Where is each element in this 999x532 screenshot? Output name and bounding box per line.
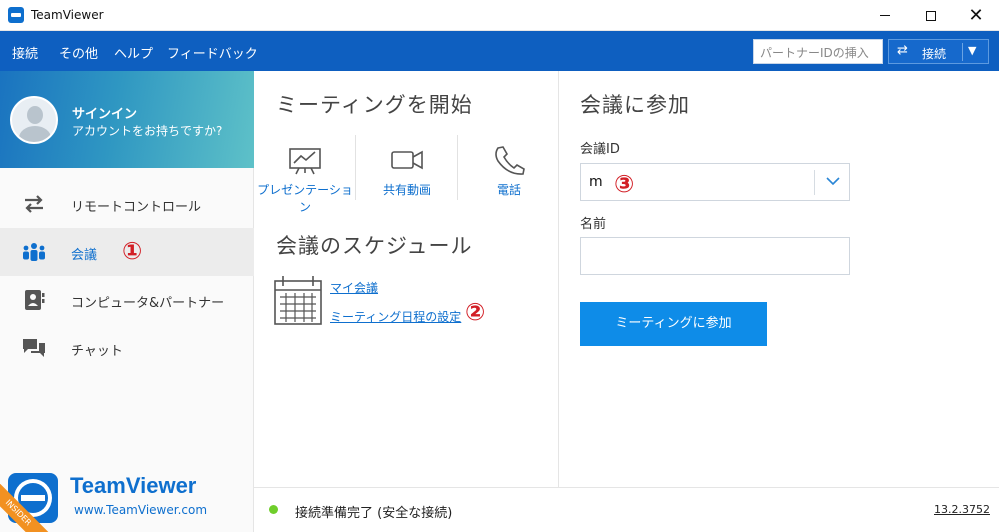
teamviewer-app-icon [8, 7, 24, 23]
minimize-button[interactable] [862, 0, 908, 31]
video-share-button[interactable]: 共有動画 [356, 135, 458, 205]
sidebar-item-label: 会議 [71, 248, 98, 263]
avatar-head [27, 106, 43, 124]
window-title: TeamViewer [31, 8, 104, 22]
join-meeting-button[interactable]: ミーティングに参加 [580, 302, 767, 346]
menu-feedback[interactable]: フィードバック [167, 43, 258, 62]
brand-footer: TeamViewer www.TeamViewer.com INSIDER [0, 465, 254, 532]
brand-url[interactable]: www.TeamViewer.com [74, 503, 207, 517]
annotation-marker-1: ① [122, 237, 143, 265]
join-meeting-title: 会議に参加 [580, 93, 690, 117]
account-prompt: アカウントをお持ちですか? [72, 124, 223, 138]
sign-in-label[interactable]: サインイン [72, 103, 137, 122]
sidebar-item-meeting[interactable]: 会議 ① [0, 228, 254, 276]
avatar-body [19, 126, 51, 142]
phone-icon [495, 146, 525, 175]
connect-button-divider [962, 43, 963, 61]
meeting-id-label: 会議ID [580, 142, 620, 157]
menu-connect[interactable]: 接続 [12, 43, 38, 62]
status-bar: 接続準備完了 (安全な接続) 13.2.3752 [254, 487, 999, 532]
schedule-meeting-link[interactable]: ミーティング日程の設定 [330, 308, 461, 325]
name-input[interactable] [580, 237, 850, 275]
maximize-button[interactable] [908, 0, 954, 31]
minimize-icon [880, 15, 890, 16]
contacts-icon [25, 290, 45, 310]
start-meeting-panel: ミーティングを開始 プレゼンテーション 共有動画 電話 会議のスケジュール マイ… [254, 71, 559, 487]
close-icon: ✕ [968, 4, 984, 26]
annotation-marker-2: ② [465, 298, 486, 326]
maximize-icon [926, 10, 936, 21]
annotation-marker-3: ③ [614, 170, 635, 198]
title-bar: TeamViewer ✕ [0, 0, 999, 31]
presentation-icon [289, 148, 321, 175]
video-camera-icon [391, 150, 423, 170]
chevron-down-icon[interactable] [824, 172, 842, 190]
presentation-label: プレゼンテーション [257, 183, 353, 214]
presentation-button[interactable]: プレゼンテーション [254, 135, 356, 214]
menu-bar: 接続 その他 ヘルプ フィードバック パートナーIDの挿入 ⇄ 接続 ▼ [0, 31, 999, 71]
sidebar: サインイン アカウントをお持ちですか? リモートコントロール 会議 ① コンピュ… [0, 71, 254, 532]
video-share-label: 共有動画 [382, 183, 431, 197]
phone-button[interactable]: 電話 [458, 135, 560, 205]
swap-arrows-icon: ⇄ [897, 43, 908, 58]
status-text: 接続準備完了 (安全な接続) [295, 506, 453, 521]
my-meetings-link[interactable]: マイ会議 [330, 279, 378, 296]
chat-icon [23, 339, 45, 357]
menu-other[interactable]: その他 [59, 43, 98, 62]
sidebar-item-remote-control[interactable]: リモートコントロール [0, 180, 254, 228]
sidebar-item-computers-partners[interactable]: コンピュータ&パートナー [0, 276, 254, 324]
status-indicator-icon [269, 505, 278, 514]
sidebar-item-label: コンピュータ&パートナー [71, 296, 225, 311]
combobox-divider [814, 170, 815, 195]
profile-panel[interactable]: サインイン アカウントをお持ちですか? [0, 71, 254, 168]
brand-name: TeamViewer [70, 473, 197, 498]
start-meeting-title: ミーティングを開始 [276, 93, 473, 117]
partner-id-input[interactable]: パートナーIDの挿入 [753, 39, 883, 64]
phone-label: 電話 [496, 183, 521, 197]
avatar [10, 96, 58, 144]
join-meeting-panel: 会議に参加 会議ID m ③ 名前 ミーティングに参加 [560, 71, 999, 487]
sidebar-item-label: チャット [71, 344, 123, 359]
meeting-people-icon [23, 243, 45, 261]
calendar-icon [274, 276, 322, 325]
connect-button[interactable]: ⇄ 接続 ▼ [888, 39, 989, 64]
version-link[interactable]: 13.2.3752 [934, 503, 990, 516]
swap-arrows-icon [25, 195, 43, 213]
menu-help[interactable]: ヘルプ [114, 43, 153, 62]
connect-button-label: 接続 [922, 47, 947, 61]
meeting-id-value[interactable]: m [589, 174, 603, 190]
sidebar-item-label: リモートコントロール [71, 200, 202, 215]
close-button[interactable]: ✕ [953, 0, 999, 31]
sidebar-item-chat[interactable]: チャット [0, 324, 254, 372]
schedule-title: 会議のスケジュール [276, 234, 473, 258]
name-label: 名前 [580, 217, 607, 232]
chevron-down-icon[interactable]: ▼ [968, 44, 976, 57]
